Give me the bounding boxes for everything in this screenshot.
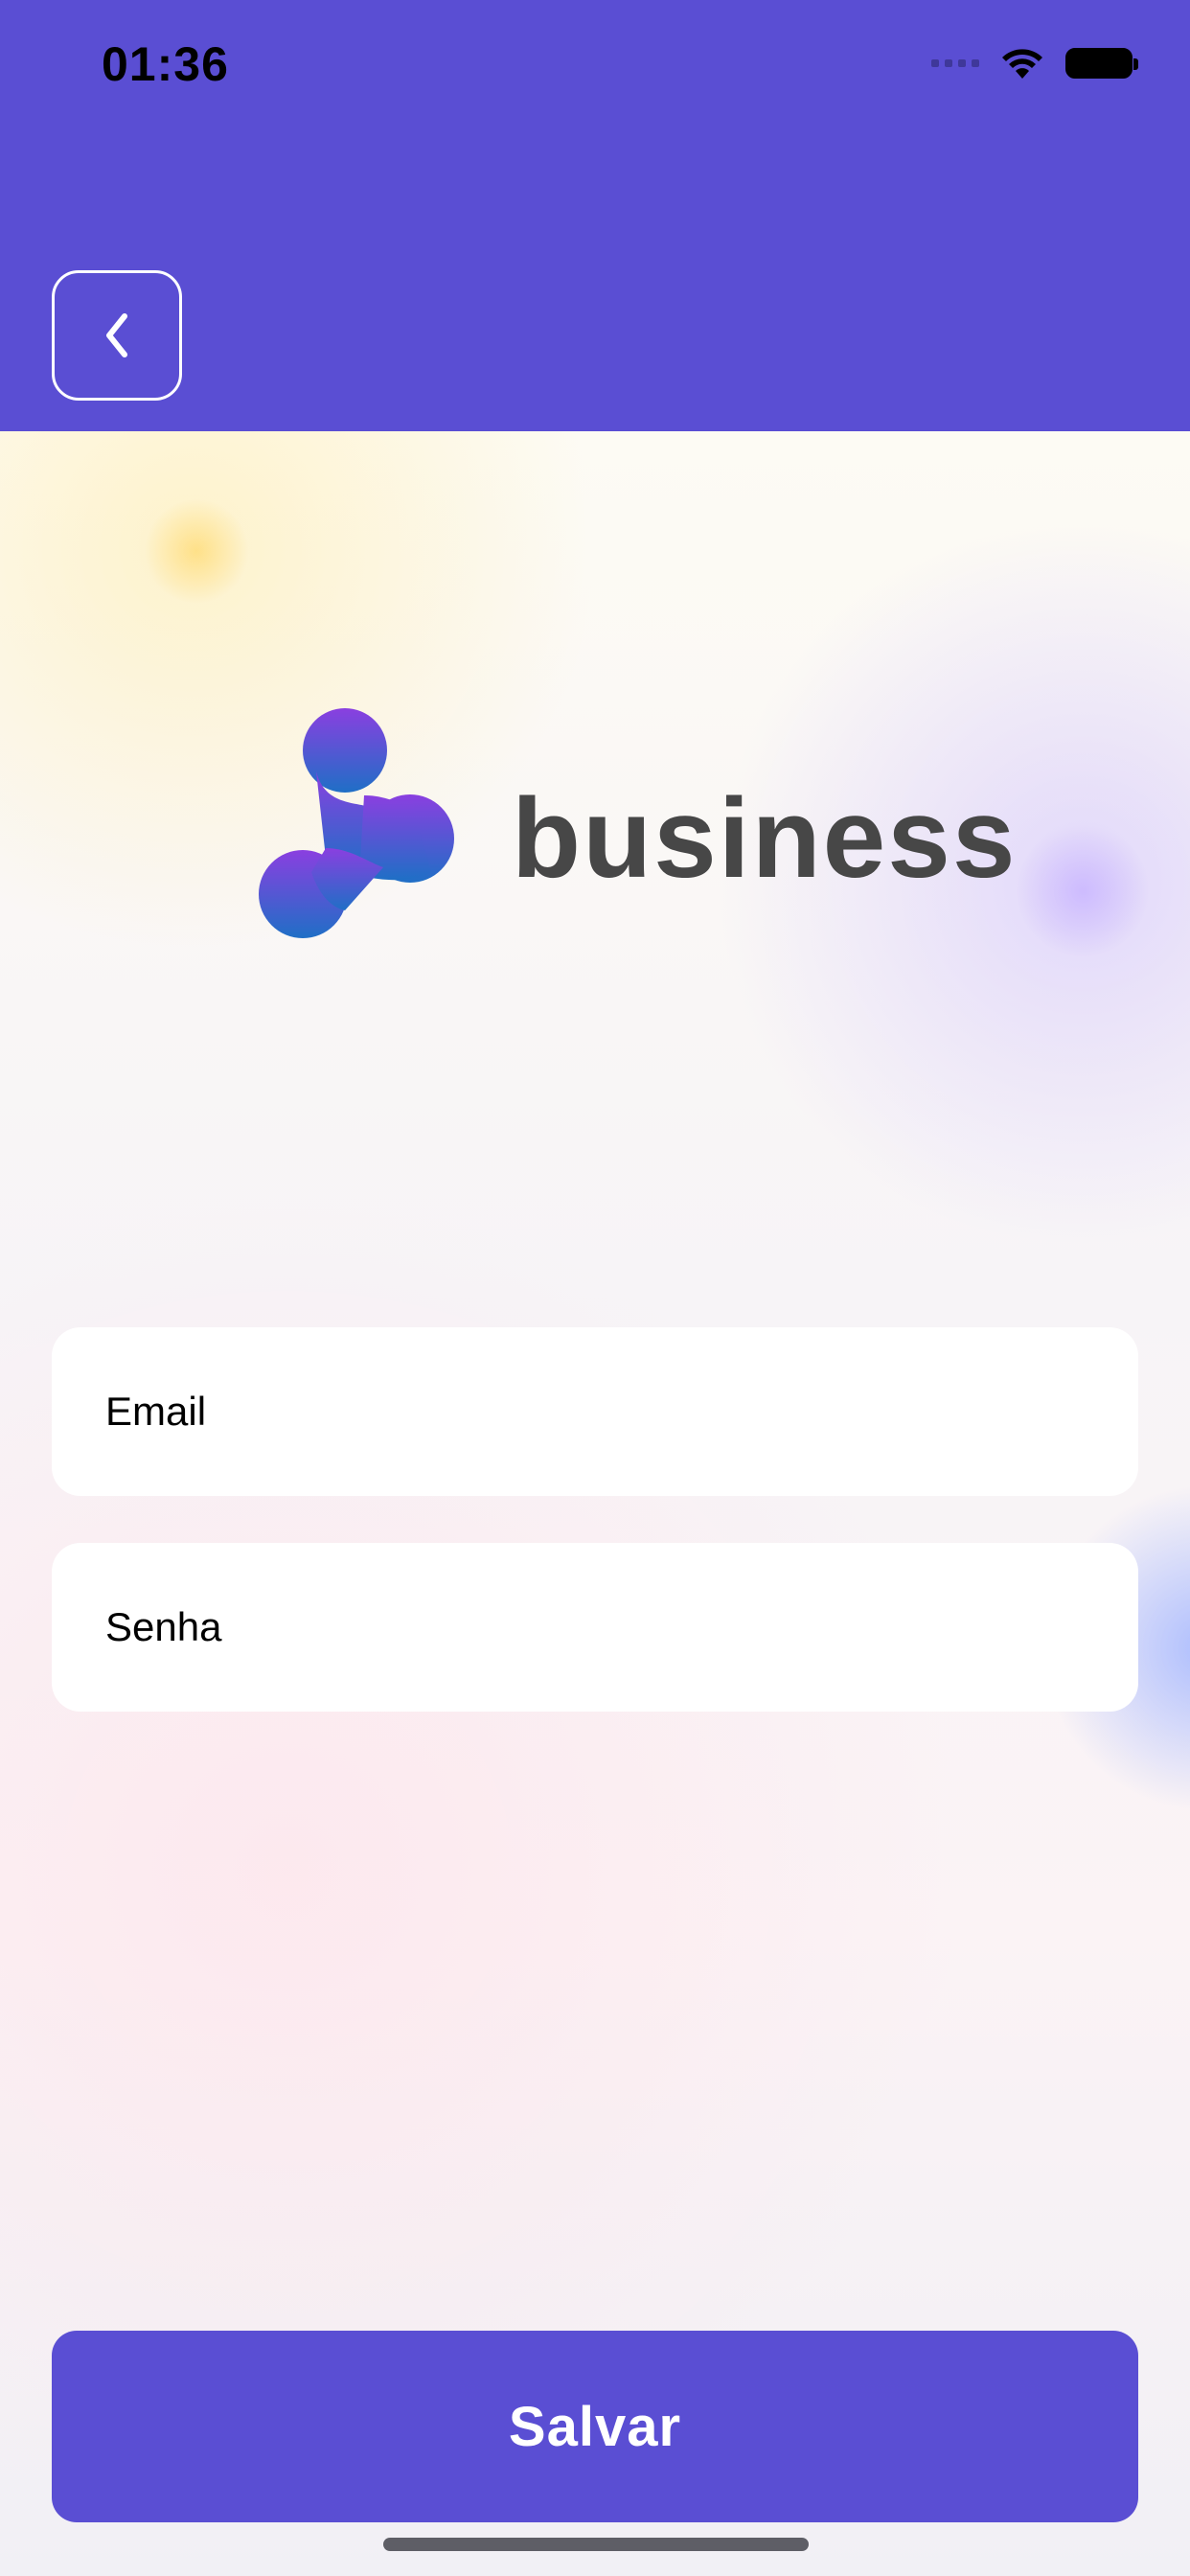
home-indicator[interactable] bbox=[383, 2538, 809, 2551]
chevron-left-icon bbox=[106, 313, 127, 357]
save-button-label: Salvar bbox=[508, 2395, 682, 2458]
logo-mark-icon bbox=[259, 708, 454, 938]
top-bar: 01:36 bbox=[0, 0, 1190, 431]
logo-wordmark: business bbox=[512, 775, 1018, 902]
status-icons bbox=[931, 44, 1138, 82]
email-placeholder: Email bbox=[105, 1389, 207, 1434]
brand-logo: business bbox=[259, 704, 1018, 954]
password-field[interactable]: Senha bbox=[52, 1543, 1138, 1712]
status-time: 01:36 bbox=[102, 37, 229, 91]
signal-icon bbox=[931, 59, 979, 67]
decorative-blob bbox=[1016, 824, 1150, 958]
wifi-icon bbox=[1000, 46, 1044, 80]
decorative-blob bbox=[144, 498, 249, 604]
battery-icon bbox=[1065, 48, 1138, 79]
email-field[interactable]: Email bbox=[52, 1327, 1138, 1496]
back-button[interactable] bbox=[52, 270, 182, 401]
password-placeholder: Senha bbox=[105, 1604, 222, 1649]
save-button[interactable]: Salvar bbox=[52, 2331, 1138, 2522]
